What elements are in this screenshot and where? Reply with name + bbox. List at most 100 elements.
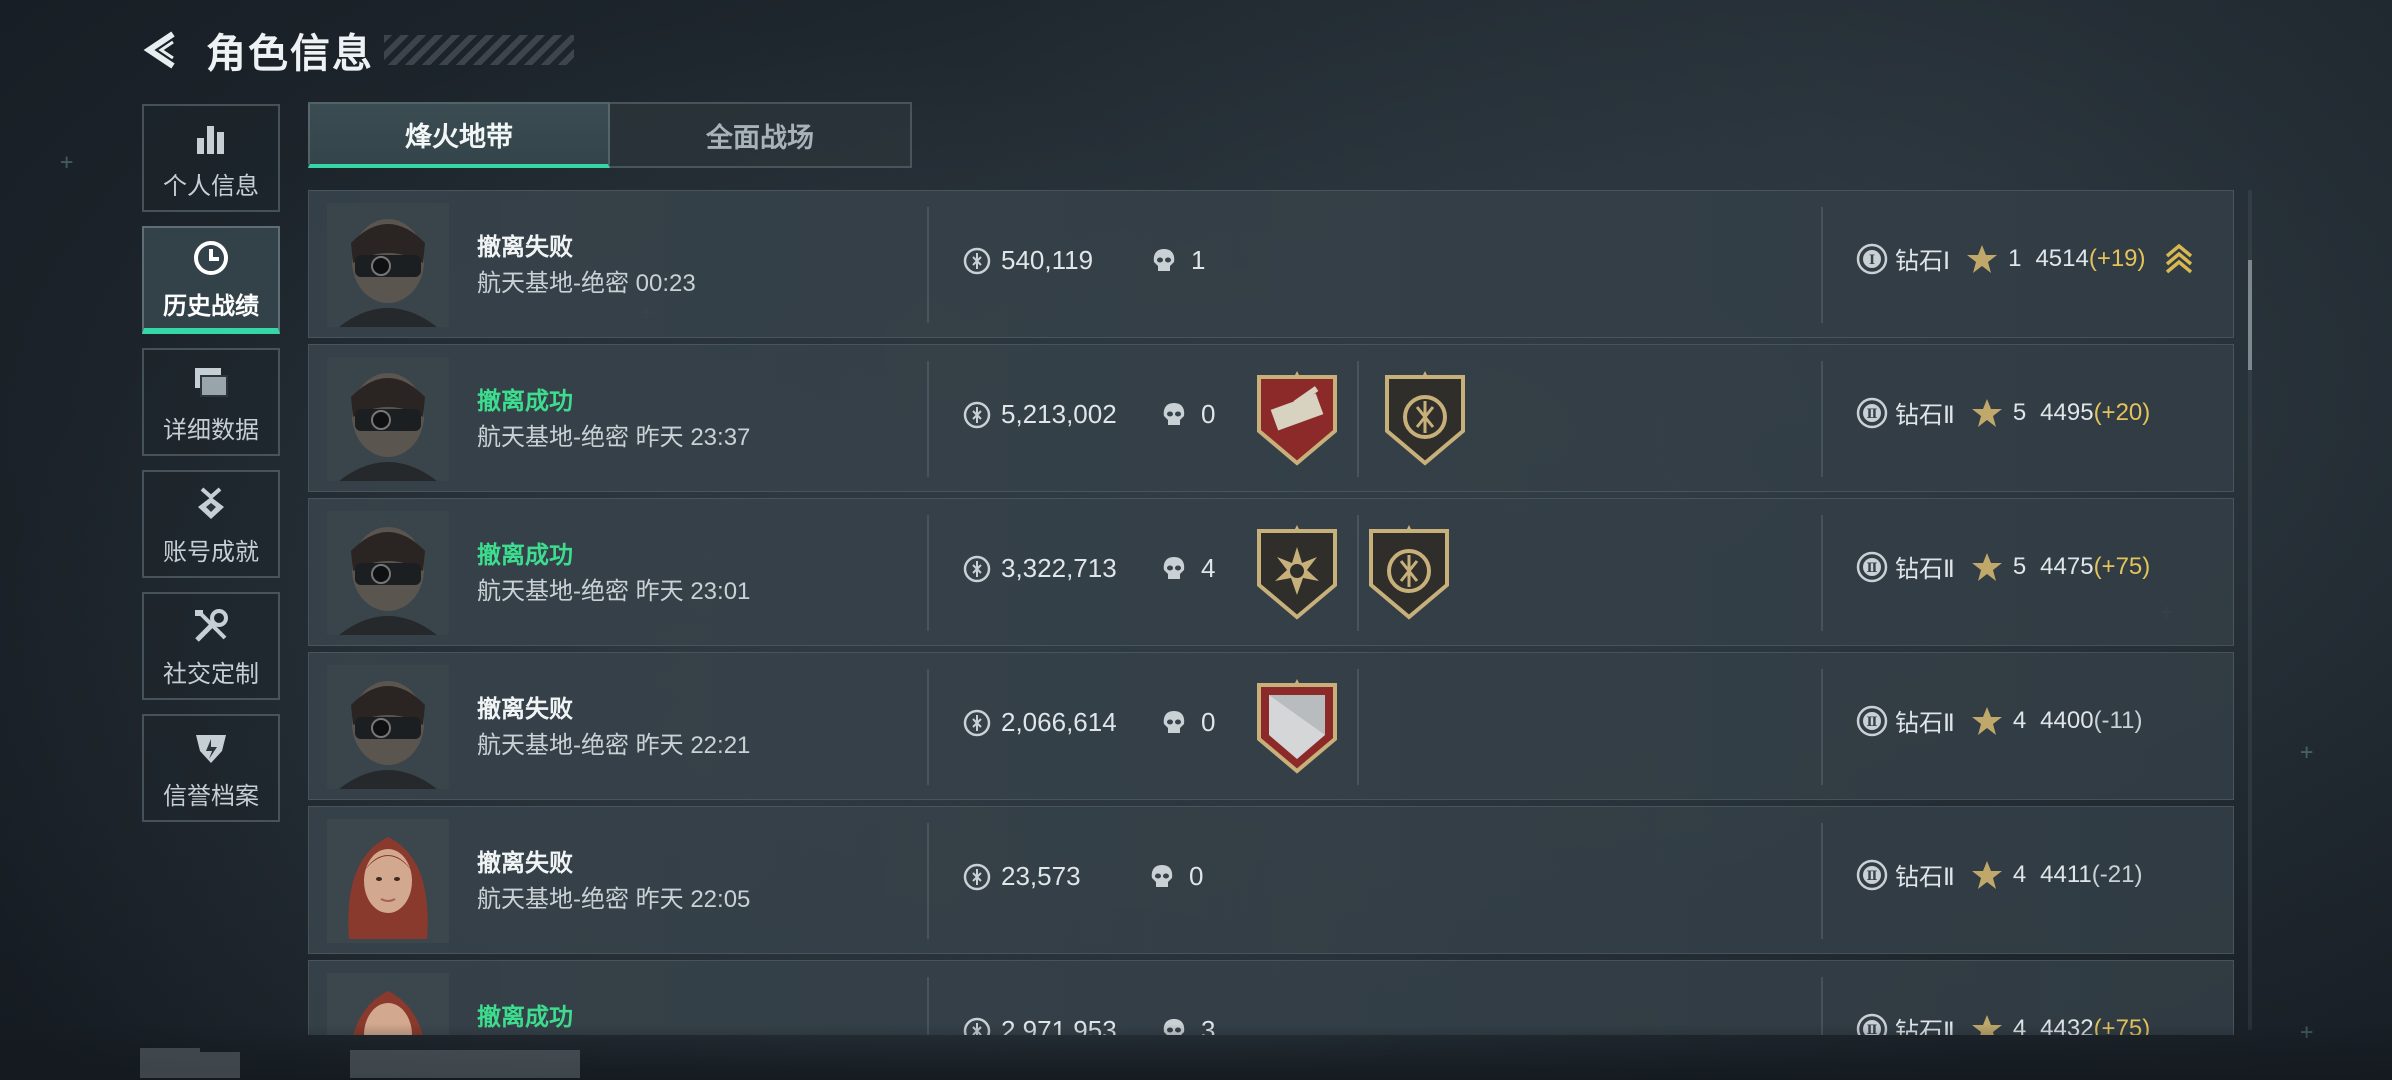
kills-display: 4 <box>1161 553 1215 584</box>
sidebar-item-label: 历史战绩 <box>163 292 259 320</box>
scroll-thumb[interactable] <box>2248 260 2252 370</box>
star-count: 4 <box>2012 706 2027 734</box>
value-display: 23,573 <box>963 861 1081 892</box>
star-icon <box>1971 860 2002 889</box>
sidebar-item-achievements[interactable]: 账号成就 <box>142 470 280 578</box>
coin-icon <box>963 247 991 274</box>
sidebar-item-credit[interactable]: 信誉档案 <box>142 714 280 822</box>
achievement-icon <box>192 482 230 526</box>
rank-display: Ⅱ 钻石Ⅱ 5 4495 (+20) <box>1855 395 2150 430</box>
extraction-status: 撤离成功 <box>477 388 573 415</box>
map-and-time: 航天基地-绝密 昨天 22:05 <box>477 879 750 914</box>
page-title: 角色信息 <box>206 32 374 76</box>
rank-name: 钻石Ⅱ <box>1895 402 1955 429</box>
sidebar-item-personal-info[interactable]: 个人信息 <box>142 104 280 212</box>
sidebar-item-label: 个人信息 <box>163 172 259 200</box>
extraction-status: 撤离失败 <box>477 850 573 877</box>
rank-badge-icon: Ⅱ <box>1856 859 1888 890</box>
match-time: 昨天 23:01 <box>635 578 751 605</box>
match-time: 昨天 22:21 <box>635 732 751 759</box>
extraction-status: 撤离失败 <box>477 696 573 723</box>
map-name: 航天基地-绝密 <box>477 270 629 297</box>
coin-icon <box>963 863 991 890</box>
rank-badge-icon: Ⅱ <box>1856 397 1888 428</box>
score-delta: (-21) <box>2091 860 2143 888</box>
star-icon <box>1967 244 1998 273</box>
tank-medal-icon[interactable] <box>1253 371 1341 467</box>
match-record-row[interactable]: 撤离失败 航天基地-绝密 昨天 22:05 23,573 0 Ⅱ 钻石Ⅱ 4 4… <box>308 806 2234 954</box>
match-record-row[interactable]: 撤离成功 航天基地-绝密 昨天 23:37 5,213,002 0 Ⅱ 钻石Ⅱ … <box>308 344 2234 492</box>
sidebar-item-detail-data[interactable]: 详细数据 <box>142 348 280 456</box>
extraction-status: 撤离成功 <box>477 542 573 569</box>
plate-medal-icon[interactable] <box>1253 679 1341 775</box>
map-name: 航天基地-绝密 <box>477 886 629 913</box>
coin-icon <box>963 709 991 736</box>
star-burst-medal-icon[interactable] <box>1253 525 1341 621</box>
rank-score: 4411 <box>2040 860 2092 888</box>
kills-display: 0 <box>1149 861 1203 892</box>
mosaic-blur <box>350 1050 580 1078</box>
tab-full-battlefield[interactable]: 全面战场 <box>610 102 912 168</box>
kill-count: 1 <box>1191 245 1206 275</box>
sidebar-item-history[interactable]: 历史战绩 <box>142 226 280 334</box>
rank-name: 钻石Ⅱ <box>1895 864 1955 891</box>
skull-icon <box>1163 710 1185 733</box>
rank-display: Ⅱ 钻石Ⅱ 4 4400 (-11) <box>1855 703 2142 738</box>
match-time: 昨天 22:05 <box>635 886 751 913</box>
skull-icon <box>1163 556 1185 579</box>
rank-display: Ⅱ 钻石Ⅱ 4 4411 (-21) <box>1855 857 2142 892</box>
map-and-time: 航天基地-绝密 昨天 22:21 <box>477 725 750 760</box>
score-delta: (+19) <box>2088 244 2146 272</box>
match-time: 00:23 <box>635 270 696 297</box>
decor-cross: + <box>2300 740 2314 765</box>
star-icon <box>1971 552 2002 581</box>
emblem-medal-icon[interactable] <box>1381 371 1469 467</box>
extracted-value: 23,573 <box>1001 861 1081 891</box>
extracted-value: 5,213,002 <box>1001 399 1117 429</box>
rank-display: Ⅰ 钻石Ⅰ 1 4514 (+19) <box>1855 241 2194 276</box>
divider <box>1821 361 1823 477</box>
tab-hazard-zone[interactable]: 烽火地带 <box>308 102 610 168</box>
match-history-list: 撤离失败 航天基地-绝密 00:23 540,119 1 Ⅰ 钻石Ⅰ 1 451… <box>308 190 2234 1035</box>
match-record-row[interactable]: 撤离失败 航天基地-绝密 昨天 22:21 2,066,614 0 Ⅱ 钻石Ⅱ … <box>308 652 2234 800</box>
cards-icon <box>191 360 231 404</box>
divider <box>927 361 929 477</box>
kill-count: 4 <box>1201 553 1216 583</box>
match-time: 昨天 23:37 <box>635 424 751 451</box>
divider <box>1821 669 1823 785</box>
rank-name: 钻石Ⅰ <box>1895 248 1951 275</box>
score-delta: (+75) <box>2093 552 2151 580</box>
match-record-row[interactable]: 撤离失败 航天基地-绝密 00:23 540,119 1 Ⅰ 钻石Ⅰ 1 451… <box>308 190 2234 338</box>
list-scrollbar[interactable] <box>2248 190 2252 1030</box>
sidebar-item-social[interactable]: 社交定制 <box>142 592 280 700</box>
mosaic-blur <box>140 1048 200 1078</box>
star-count: 4 <box>2012 860 2027 888</box>
divider <box>1357 669 1359 785</box>
star-count: 1 <box>2008 244 2022 272</box>
tools-icon <box>191 604 231 648</box>
rank-roman: Ⅱ <box>1867 715 1878 730</box>
divider <box>927 515 929 631</box>
map-name: 航天基地-绝密 <box>477 732 629 759</box>
title-decoration <box>384 35 574 65</box>
rank-score: 4475 <box>2040 552 2094 580</box>
star-icon <box>1971 398 2002 427</box>
rank-score: 4400 <box>2040 706 2094 734</box>
credit-icon <box>192 726 230 770</box>
map-and-time: 航天基地-绝密 昨天 23:37 <box>477 417 750 452</box>
divider <box>1357 361 1359 477</box>
emblem-medal-icon[interactable] <box>1365 525 1453 621</box>
kill-count: 0 <box>1189 861 1204 891</box>
back-arrow-icon[interactable] <box>140 27 186 73</box>
rank-badge-icon: Ⅱ <box>1856 551 1888 582</box>
rank-score: 4495 <box>2040 398 2094 426</box>
divider <box>927 669 929 785</box>
match-record-row[interactable]: 撤离成功 航天基地-绝密 昨天 23:01 3,322,713 4 Ⅱ 钻石Ⅱ … <box>308 498 2234 646</box>
map-and-time: 航天基地-绝密 00:23 <box>477 263 696 298</box>
operator-avatar <box>327 511 449 635</box>
value-display: 2,066,614 <box>963 707 1117 738</box>
divider <box>1821 515 1823 631</box>
sidebar-item-label: 信誉档案 <box>163 782 259 810</box>
skull-icon <box>1153 248 1175 271</box>
coin-icon <box>963 555 991 582</box>
